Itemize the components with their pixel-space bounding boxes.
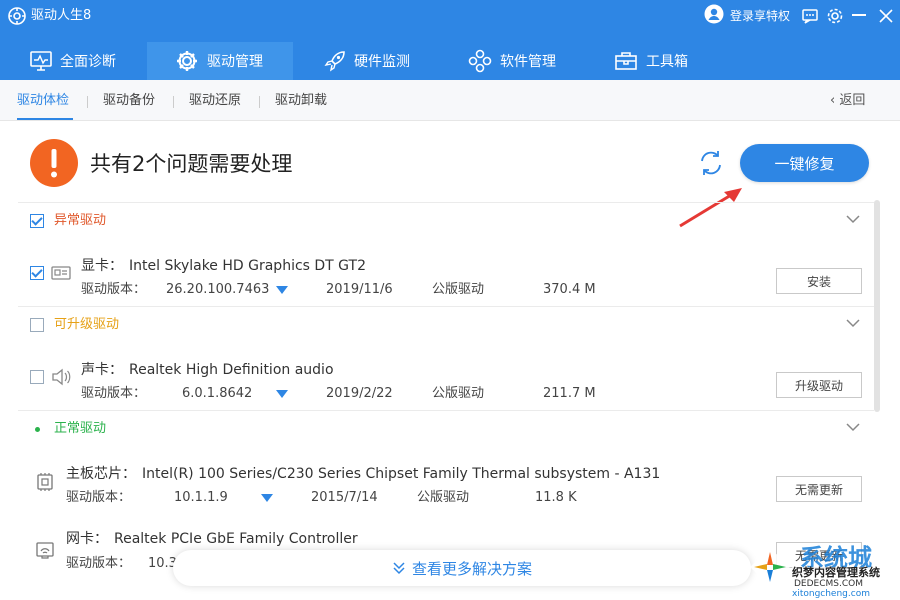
driver-name: Intel Skylake HD Graphics DT GT2 (129, 258, 366, 274)
driver-size: 370.4 M (543, 282, 596, 297)
app-logo-icon (8, 7, 26, 25)
no-update-needed-button[interactable]: 无需更新 (776, 476, 862, 502)
login-link[interactable]: 登录享特权 (730, 7, 790, 25)
more-solutions-label: 查看更多解决方案 (411, 559, 532, 578)
tab-toolbox[interactable]: 工具箱 (602, 42, 730, 80)
driver-version: 6.0.1.8642 (182, 386, 253, 401)
feedback-icon[interactable] (800, 6, 820, 26)
more-solutions-button[interactable]: 查看更多解决方案 (173, 550, 751, 586)
driver-kind: 公版驱动 (417, 490, 470, 505)
tab-label: 硬件监测 (354, 54, 410, 70)
driver-version-label: 驱动版本： (66, 490, 132, 505)
red-arrow-annotation-icon (679, 188, 742, 228)
back-label: 返回 (839, 93, 866, 108)
version-dropdown-icon[interactable] (276, 286, 288, 294)
divider (18, 202, 874, 203)
driver-version-label: 驱动版本： (81, 282, 147, 297)
minimize-icon[interactable] (852, 14, 866, 16)
subtab-driver-backup[interactable]: 驱动备份 (103, 92, 155, 110)
speaker-icon (52, 368, 71, 386)
one-click-fix-button[interactable]: 一键修复 (740, 144, 869, 182)
divider (18, 306, 874, 307)
chip-icon (37, 473, 53, 491)
driver-type-label: 声卡： (81, 362, 123, 378)
back-link[interactable]: ‹ 返回 (830, 92, 865, 110)
divider (87, 96, 88, 108)
tab-label: 软件管理 (500, 54, 556, 70)
status-dot (35, 427, 40, 432)
user-avatar-icon[interactable] (704, 4, 724, 24)
tab-label: 全面诊断 (60, 54, 116, 70)
driver-date: 2019/2/22 (326, 386, 393, 401)
version-dropdown-icon[interactable] (276, 390, 288, 398)
settings-icon[interactable] (825, 6, 845, 26)
driver-version-label: 驱动版本： (66, 556, 132, 571)
monitor-icon (30, 51, 52, 71)
tab-hardware-monitor[interactable]: 硬件监测 (310, 42, 438, 80)
gear-icon (177, 51, 197, 71)
upgrade-driver-button[interactable]: 升级驱动 (776, 372, 862, 398)
section-upgradable-checkbox[interactable] (30, 318, 44, 332)
rocket-icon (324, 51, 345, 72)
install-button[interactable]: 安装 (776, 268, 862, 294)
driver-name: Intel(R) 100 Series/C230 Series Chipset … (142, 466, 661, 482)
section-abnormal-checkbox[interactable] (30, 214, 44, 228)
divider (173, 96, 174, 108)
driver-type-label: 网卡： (66, 531, 108, 547)
network-card-icon (36, 542, 54, 559)
watermark-text: DEDECMS.COM (794, 579, 863, 589)
section-abnormal-title: 异常驱动 (54, 213, 107, 228)
toolbox-icon (615, 52, 637, 70)
divider (259, 96, 260, 108)
driver-date: 2019/11/6 (326, 282, 393, 297)
driver-version: 10.1.1.9 (174, 490, 228, 505)
chevron-down-icon[interactable] (845, 317, 861, 329)
subtab-driver-restore[interactable]: 驱动还原 (189, 92, 241, 110)
version-dropdown-icon[interactable] (261, 494, 273, 502)
chevron-left-icon: ‹ (830, 93, 840, 108)
app-title: 驱动人生8 (31, 8, 92, 23)
double-chevron-down-icon (393, 562, 405, 575)
chevron-down-icon[interactable] (845, 213, 861, 225)
driver-name: Realtek PCIe GbE Family Controller (114, 531, 358, 547)
tab-software-management[interactable]: 软件管理 (456, 42, 584, 80)
close-icon[interactable] (876, 6, 896, 26)
scrollbar[interactable] (874, 200, 880, 412)
driver-kind: 公版驱动 (432, 386, 485, 401)
tab-label: 工具箱 (646, 54, 688, 70)
tab-label: 驱动管理 (207, 54, 263, 70)
active-subtab-indicator (17, 118, 73, 120)
divider (18, 410, 874, 411)
section-upgradable-title: 可升级驱动 (54, 317, 120, 332)
title-bar: 驱动人生8 登录享特权 全面诊断 驱动管理 硬件监测 软件管理 工具箱 (0, 0, 900, 80)
watermark-text: 织梦内容管理系统 (792, 566, 880, 579)
driver-version: 26.20.100.7463 (166, 282, 270, 297)
sub-tab-bar: 驱动体检 驱动备份 驱动还原 驱动卸载 ‹ 返回 (0, 80, 900, 121)
chevron-down-icon[interactable] (845, 421, 861, 433)
driver-type-label: 显卡： (81, 258, 123, 274)
app-window: 驱动人生8 登录享特权 全面诊断 驱动管理 硬件监测 软件管理 工具箱 驱动体检… (0, 0, 900, 600)
watermark-url: xitongcheng.com (792, 589, 870, 599)
apps-icon (468, 49, 492, 73)
section-normal-title: 正常驱动 (54, 421, 107, 436)
driver-type-label: 主板芯片： (66, 466, 136, 482)
subtab-driver-check[interactable]: 驱动体检 (17, 92, 69, 110)
driver-date: 2015/7/14 (311, 490, 378, 505)
driver-size: 11.8 K (535, 490, 577, 505)
refresh-icon[interactable] (696, 148, 726, 178)
driver-kind: 公版驱动 (432, 282, 485, 297)
issue-summary: 共有2个问题需要处理 (90, 152, 293, 176)
driver-version-label: 驱动版本： (81, 386, 147, 401)
warning-icon (30, 139, 78, 187)
subtab-driver-uninstall[interactable]: 驱动卸载 (275, 92, 327, 110)
driver-name: Realtek High Definition audio (129, 362, 334, 378)
tab-driver-management[interactable]: 驱动管理 (147, 42, 293, 80)
watermark-logo-icon (750, 548, 790, 586)
driver-size: 211.7 M (543, 386, 596, 401)
driver-checkbox-audio[interactable] (30, 370, 44, 384)
tab-full-diagnosis[interactable]: 全面诊断 (14, 42, 142, 80)
graphics-card-icon (51, 266, 71, 280)
driver-checkbox-graphics[interactable] (30, 266, 44, 280)
